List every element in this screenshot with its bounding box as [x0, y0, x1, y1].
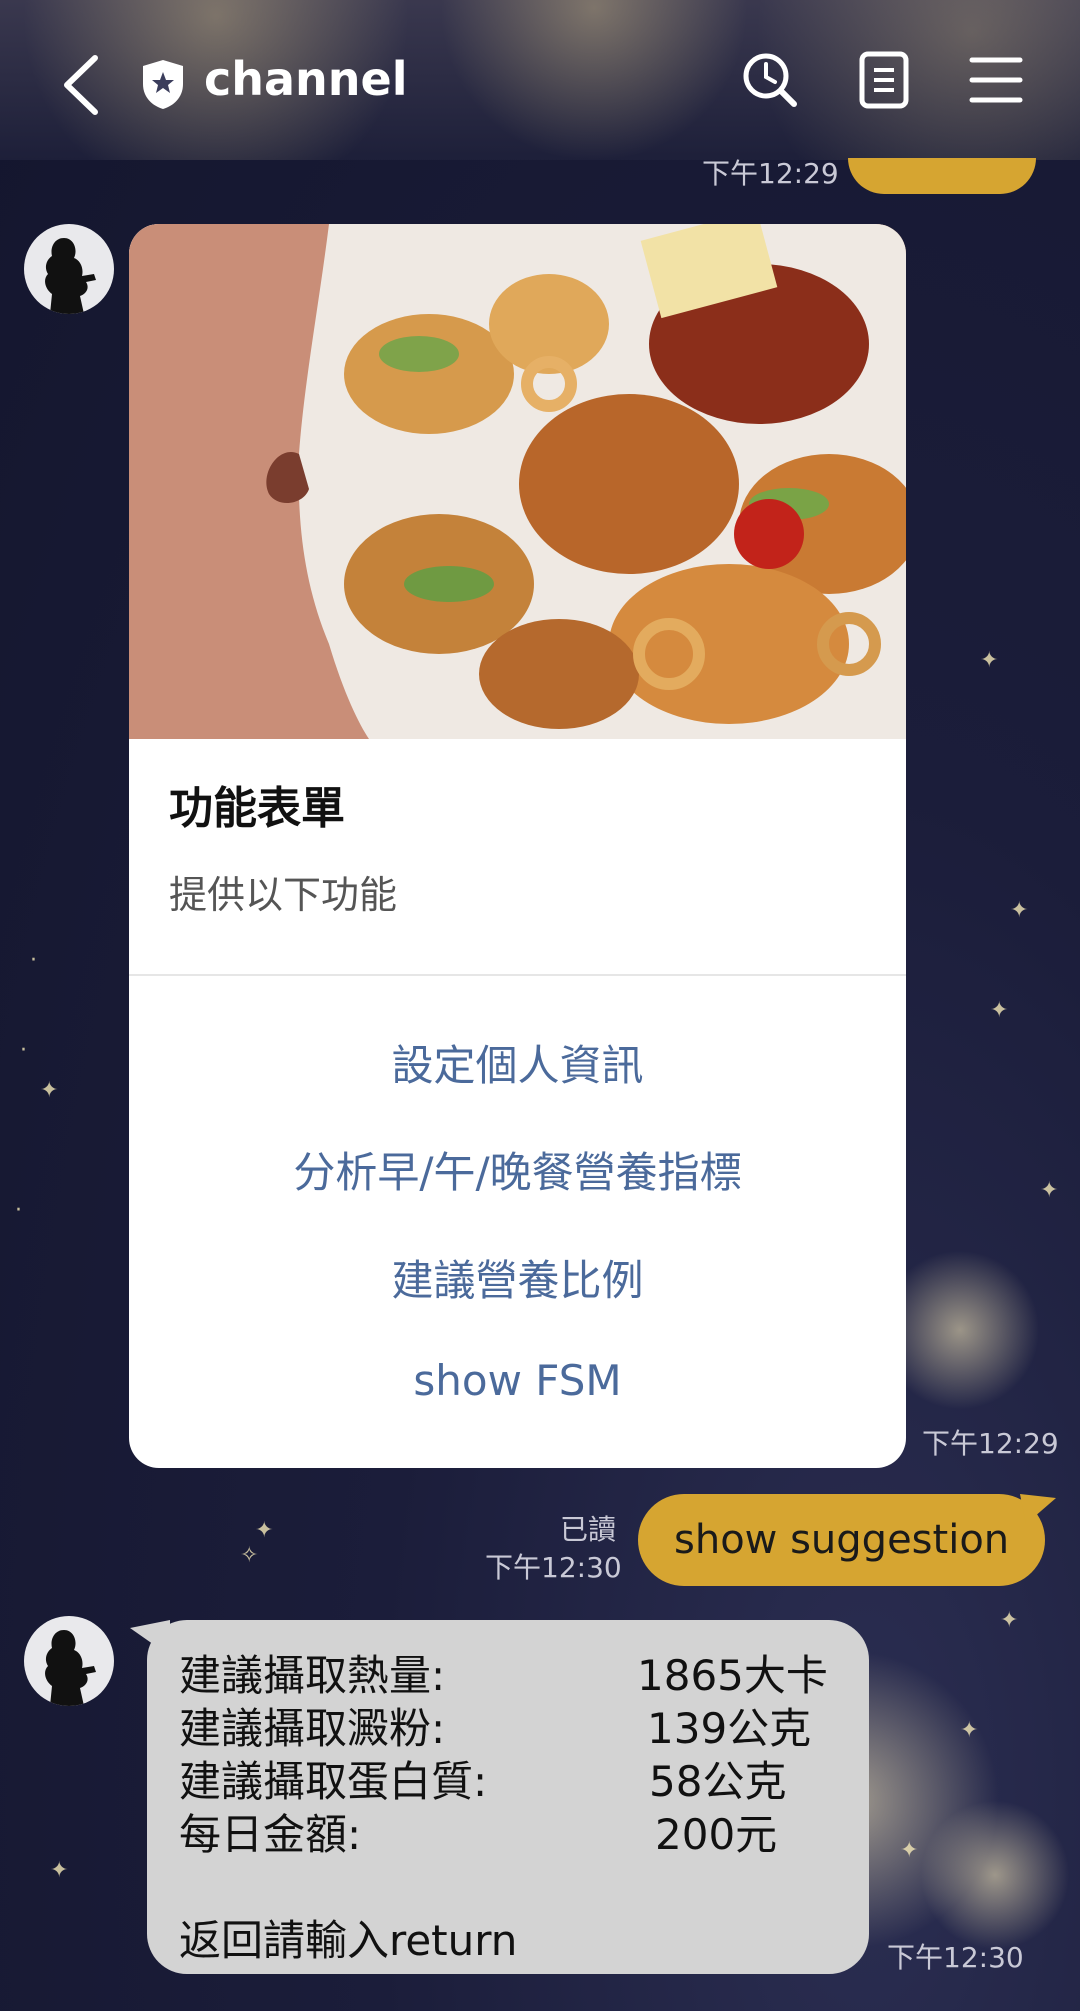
- card-title: 功能表單: [169, 783, 345, 834]
- user-message-bubble[interactable]: show suggestion: [638, 1494, 1046, 1586]
- card-divider: [129, 974, 906, 976]
- analyze-meals-button[interactable]: 分析早/午/晚餐營養指標: [129, 1139, 906, 1200]
- message-time: 下午12:29: [922, 1427, 1059, 1460]
- menu-card: 功能表單 提供以下功能 設定個人資訊 分析早/午/晚餐營養指標 建議營養比例 s…: [129, 224, 906, 1468]
- suggestion-label: 建議攝取蛋白質:: [179, 1757, 488, 1806]
- bot-message-bubble[interactable]: 建議攝取熱量: 1865大卡 建議攝取澱粉: 139公克 建議攝取蛋白質: 58…: [147, 1620, 869, 1974]
- chat-title: channel: [204, 52, 408, 106]
- set-personal-info-button[interactable]: 設定個人資訊: [129, 1032, 906, 1093]
- suggestion-value: 139公克: [647, 1704, 812, 1753]
- read-receipt: 已讀: [560, 1513, 617, 1546]
- message-time: 下午12:30: [485, 1551, 622, 1584]
- return-hint: 返回請輸入return: [179, 1916, 518, 1965]
- clock-search-icon[interactable]: [738, 48, 802, 112]
- avatar[interactable]: [24, 1616, 114, 1706]
- previous-user-bubble: [848, 158, 1036, 194]
- show-fsm-button[interactable]: show FSM: [129, 1356, 906, 1405]
- user-bubble-tail: [1020, 1494, 1056, 1524]
- note-icon[interactable]: [852, 48, 916, 112]
- avatar[interactable]: [24, 224, 114, 314]
- shield-icon: [143, 60, 183, 109]
- suggestion-value: 58公克: [649, 1757, 787, 1806]
- silhouette-icon: [45, 238, 96, 314]
- menu-icon[interactable]: [964, 48, 1028, 112]
- suggest-nutrition-button[interactable]: 建議營養比例: [129, 1247, 906, 1308]
- card-subtitle: 提供以下功能: [169, 873, 398, 917]
- suggestion-value: 1865大卡: [637, 1651, 828, 1700]
- fast-food-hero-image: [129, 224, 906, 739]
- silhouette-icon: [45, 1630, 96, 1706]
- message-time: 下午12:30: [887, 1941, 1024, 1974]
- chat-header: channel: [0, 0, 1080, 160]
- suggestion-label: 建議攝取澱粉:: [179, 1704, 446, 1753]
- back-arrow-icon[interactable]: [55, 50, 115, 120]
- suggestion-value: 200元: [655, 1810, 778, 1859]
- message-time: 下午12:29: [702, 157, 839, 190]
- suggestion-label: 建議攝取熱量:: [179, 1651, 446, 1700]
- suggestion-label: 每日金額:: [179, 1810, 362, 1859]
